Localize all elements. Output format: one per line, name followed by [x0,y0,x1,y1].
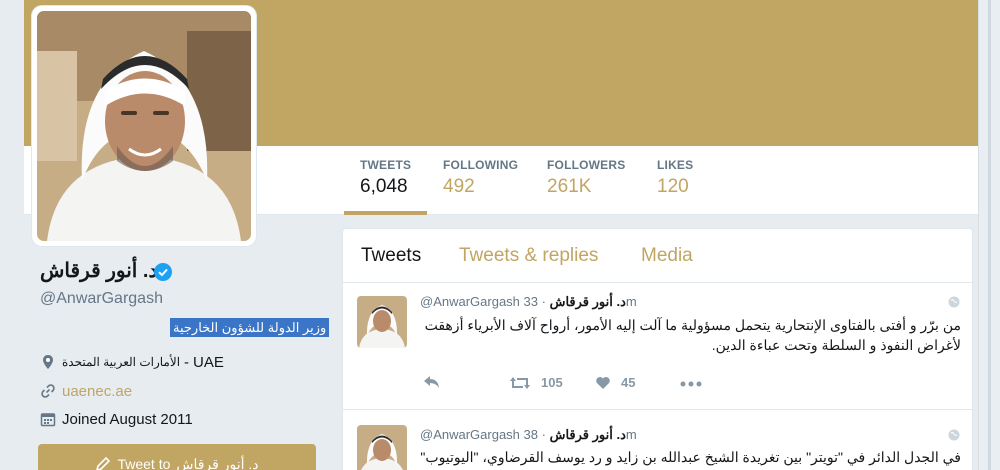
profile-website: uaenec.ae [40,381,132,401]
profile-avatar[interactable] [32,6,256,246]
tweet-item[interactable]: @AnwarGargash د. أنور قرقاش · 38m في الج… [343,411,972,470]
stat-likes[interactable]: LIKES 120 [657,146,693,215]
stat-tweets[interactable]: TWEETS 6,048 [344,146,428,215]
tweet-to-name: د. أنور قرقاش [176,455,259,470]
tweet-to-label: Tweet to [117,456,171,470]
tweet-actions: 105 45 [423,375,743,395]
tweet-item[interactable]: @AnwarGargash د. أنور قرقاش · 33m من برّ… [343,284,972,410]
like-count: 45 [621,375,636,390]
timeline-tabs: Tweets Tweets & replies Media [343,229,972,283]
stat-likes-label: LIKES [657,158,694,172]
stat-followers-label: FOLLOWERS [547,158,626,172]
scrollbar-track[interactable] [988,0,991,470]
tweet-header: @AnwarGargash د. أنور قرقاش · 33m [420,294,637,310]
globe-icon[interactable] [948,296,960,308]
tab-tweets-replies[interactable]: Tweets & replies [459,245,598,267]
link-icon [41,384,55,398]
active-tab-underline [344,211,428,215]
verified-icon [154,263,172,281]
tweet-handle[interactable]: @AnwarGargash [420,294,520,309]
stat-followers[interactable]: FOLLOWERS 261K [547,146,625,215]
tweet-avatar[interactable] [357,296,407,348]
joined-date: Joined August 2011 [62,410,193,428]
heart-icon [596,376,610,389]
reply-icon [424,376,439,388]
more-button[interactable] [680,381,702,387]
tweet-header: @AnwarGargash د. أنور قرقاش · 38m [420,427,637,443]
location-separator: - [184,353,190,371]
compose-icon [96,456,111,470]
retweet-count: 105 [541,375,563,390]
tweet-text: من برّر و أفتى بالفتاوى الإنتحارية يتحمل… [424,317,961,353]
stat-likes-value: 120 [657,176,689,197]
tweet-author[interactable]: د. أنور قرقاش [550,427,626,442]
profile-location: الأمارات العربية المتحدة - UAE [40,352,224,372]
tweet-author[interactable]: د. أنور قرقاش [550,294,626,309]
profile-name[interactable]: د. أنور قرقاش [40,258,157,283]
location-arabic: الأمارات العربية المتحدة [62,355,181,369]
profile-handle[interactable]: @AnwarGargash [40,290,163,308]
tweet-avatar[interactable] [357,425,407,470]
tweet-handle[interactable]: @AnwarGargash [420,427,520,442]
retweet-button[interactable]: 105 [509,375,563,390]
website-link[interactable]: uaenec.ae [62,383,132,400]
stat-following[interactable]: FOLLOWING 492 [443,146,518,215]
profile-bio: وزير الدولة للشؤون الخارجية [170,318,330,337]
location-pin-icon [43,355,53,369]
stat-following-value: 492 [443,176,475,197]
tab-media[interactable]: Media [641,245,693,267]
like-button[interactable]: 45 [595,375,635,390]
stat-followers-value: 261K [547,176,592,197]
profile-joined: Joined August 2011 [40,409,193,429]
retweet-icon [510,376,530,389]
left-gutter [0,0,24,470]
globe-icon[interactable] [948,429,960,441]
reply-button[interactable] [423,375,441,389]
tweet-to-button[interactable]: Tweet to د. أنور قرقاش [38,444,316,470]
avatar-photo [37,11,251,241]
calendar-icon [40,413,56,427]
stat-tweets-label: TWEETS [360,158,412,172]
tab-tweets[interactable]: Tweets [361,245,421,267]
location-english: UAE [193,353,224,371]
timeline: Tweets Tweets & replies Media @AnwarGarg… [342,228,973,470]
more-icon [680,381,702,387]
stat-following-label: FOLLOWING [443,158,519,172]
tweet-text: في الجدل الدائر في "تويتر" بين تغريدة ال… [420,449,961,470]
stat-tweets-value: 6,048 [360,176,408,197]
